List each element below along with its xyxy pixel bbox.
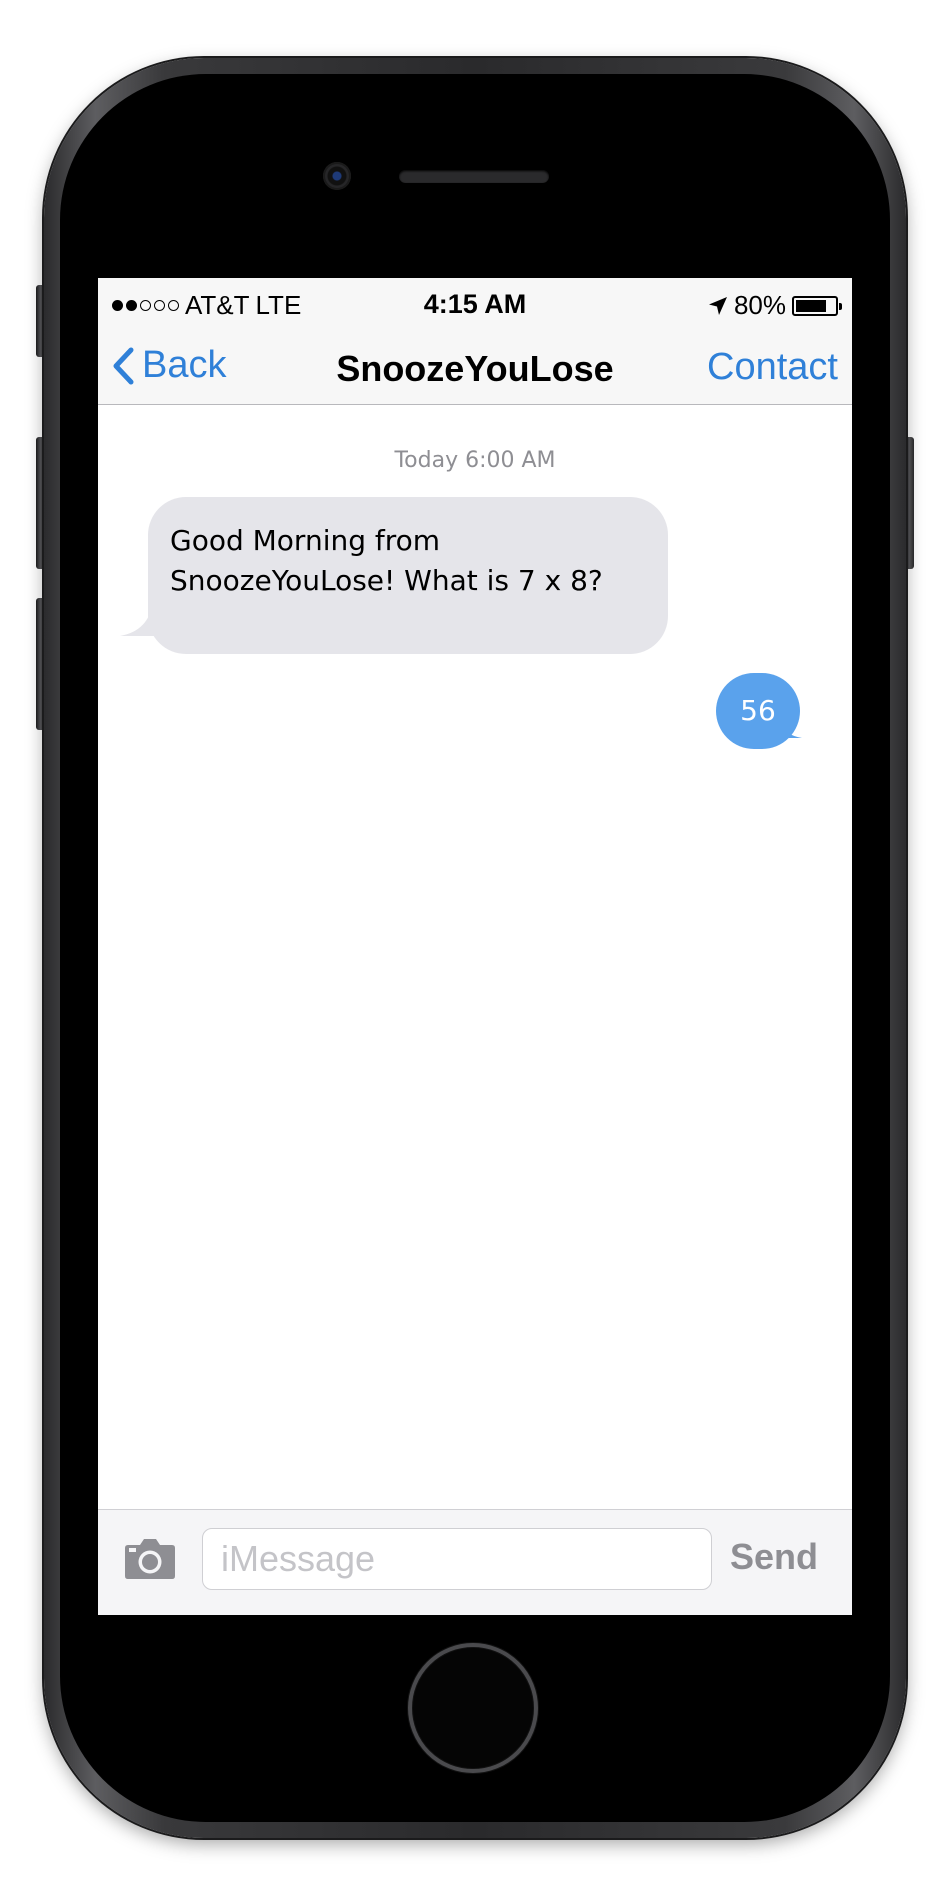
location-arrow-icon — [708, 296, 727, 315]
chevron-left-icon — [113, 347, 134, 384]
outgoing-message-bubble: 56 — [716, 673, 800, 749]
battery-percent: 80% — [733, 290, 786, 320]
message-timestamp: Today 6:00 AM — [394, 448, 556, 473]
send-button[interactable]: Send — [730, 1536, 818, 1578]
back-label: Back — [142, 344, 227, 386]
incoming-message-bubble: Good Morning from SnoozeYouLose! What is… — [148, 497, 668, 654]
battery-tip — [839, 302, 842, 310]
back-button[interactable]: Back — [112, 344, 226, 387]
imessage-input[interactable] — [202, 1528, 712, 1590]
status-right: 80% — [708, 290, 842, 321]
phone-screen: AT&T LTE 4:15 AM 80% Back SnoozeYouLose … — [98, 278, 852, 1615]
camera-icon — [125, 1539, 175, 1579]
power-button — [905, 437, 914, 569]
camera-button[interactable] — [124, 1538, 176, 1585]
battery-fill — [796, 299, 826, 312]
home-button[interactable] — [408, 1643, 538, 1773]
battery-icon — [792, 295, 842, 316]
navigation-bar: Back SnoozeYouLose Contact — [98, 330, 852, 405]
status-bar: AT&T LTE 4:15 AM 80% — [98, 278, 852, 330]
message-input-bar: Send — [98, 1509, 852, 1615]
earpiece-speaker — [399, 170, 549, 183]
front-camera — [323, 162, 351, 190]
page: AT&T LTE 4:15 AM 80% Back SnoozeYouLose … — [0, 0, 950, 1894]
contact-button[interactable]: Contact — [707, 346, 838, 389]
